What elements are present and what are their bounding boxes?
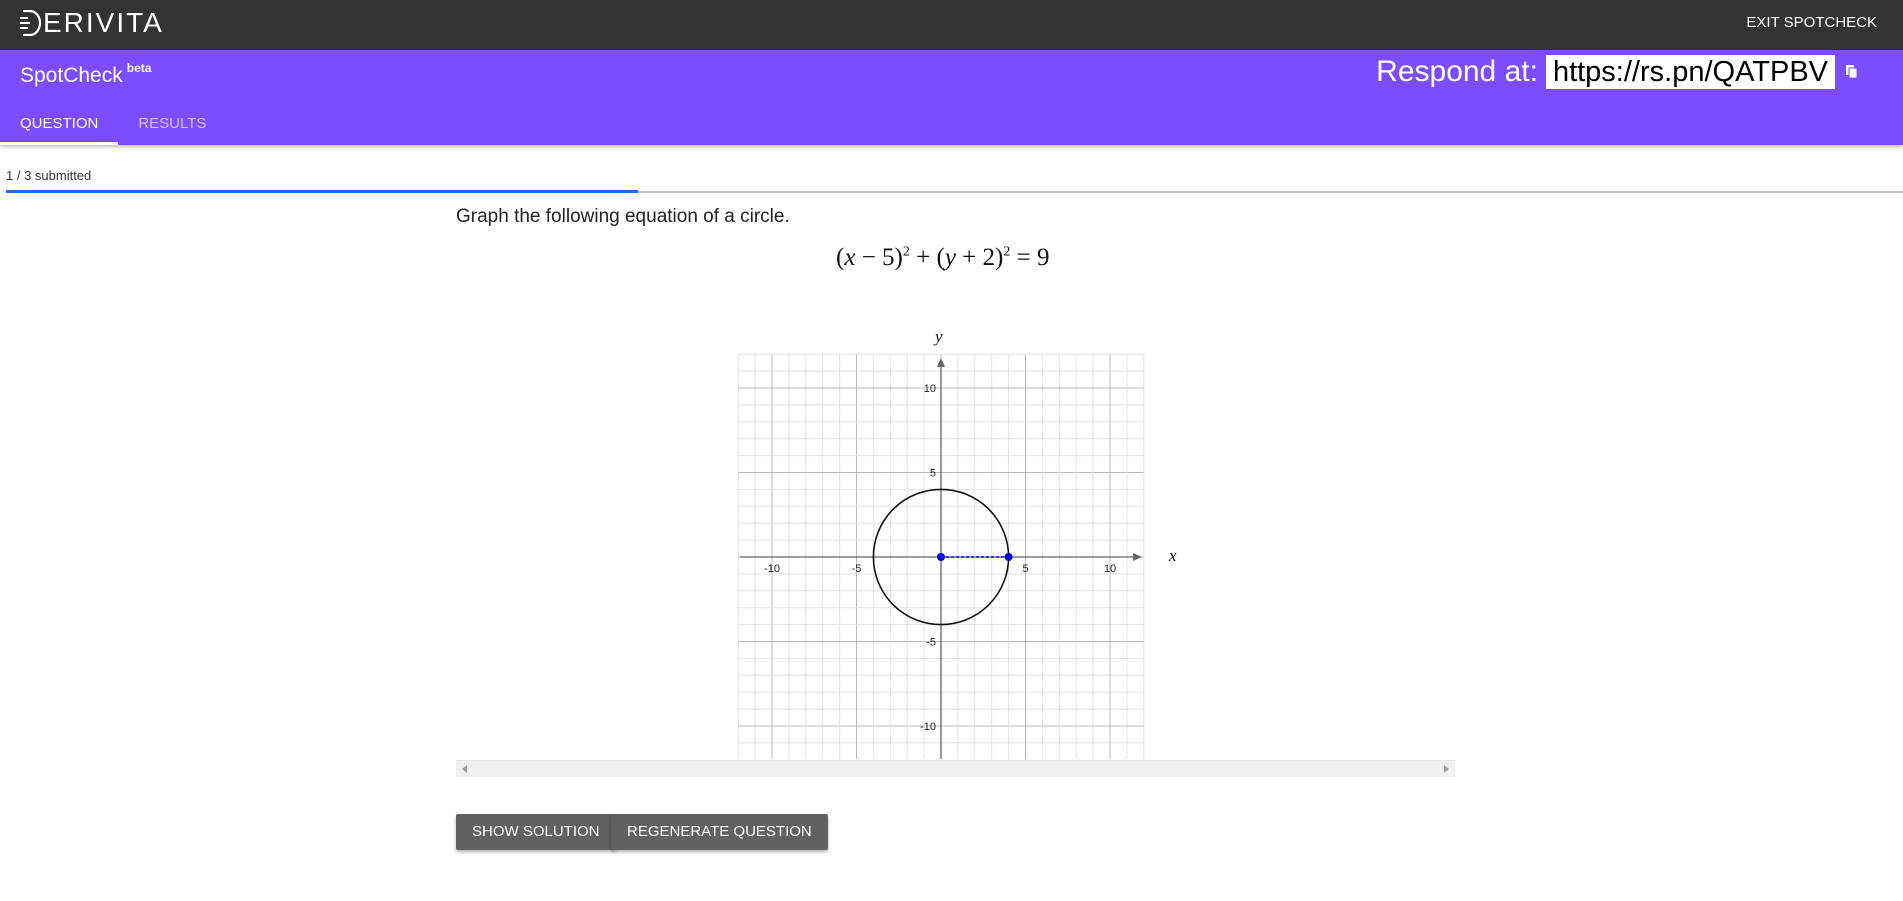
top-bar: ERIVITA EXIT SPOTCHECK xyxy=(0,0,1903,50)
horizontal-scrollbar[interactable] xyxy=(456,760,1455,777)
tab-results[interactable]: RESULTS xyxy=(118,112,226,145)
page-title: SpotCheck beta xyxy=(20,61,152,88)
spotcheck-header: SpotCheck beta Respond at: https://rs.pn/… xyxy=(0,50,1903,145)
submission-progress-fill xyxy=(6,190,639,193)
scroll-left-icon[interactable] xyxy=(462,765,467,773)
y-tick-label: -10 xyxy=(920,721,936,733)
show-solution-button[interactable]: SHOW SOLUTION xyxy=(456,814,616,850)
tab-bar: QUESTION RESULTS xyxy=(0,112,226,145)
respond-url[interactable]: https://rs.pn/QATPBV xyxy=(1545,55,1835,89)
y-tick-label: 10 xyxy=(924,383,936,395)
regenerate-question-button[interactable]: REGENERATE QUESTION xyxy=(611,814,828,850)
exit-spotcheck-button[interactable]: EXIT SPOTCHECK xyxy=(1746,14,1877,31)
x-tick-label: 10 xyxy=(1104,563,1116,575)
x-axis-label: x xyxy=(1168,546,1177,565)
derivita-logo-icon xyxy=(20,10,42,36)
y-tick-label: 5 xyxy=(930,468,936,480)
copy-icon[interactable] xyxy=(1845,64,1859,80)
page-title-text: SpotCheck xyxy=(20,64,123,87)
x-tick-label: -5 xyxy=(852,563,862,575)
y-axis-arrow-icon xyxy=(937,358,945,367)
y-tick-label: -5 xyxy=(926,637,936,649)
graph-panel[interactable]: -10 -5 5 10 10 5 -5 -10 x y xyxy=(737,323,1187,764)
y-axis-label: y xyxy=(933,327,943,346)
x-tick-label: -10 xyxy=(764,563,780,575)
x-axis-arrow-icon xyxy=(1133,553,1142,561)
submission-count: 1 / 3 submitted xyxy=(6,168,92,183)
radius-point[interactable] xyxy=(1004,553,1013,561)
derivita-logo[interactable]: ERIVITA xyxy=(20,7,164,39)
coordinate-graph[interactable]: -10 -5 5 10 10 5 -5 -10 x y xyxy=(737,323,1187,759)
question-prompt: Graph the following equation of a circle… xyxy=(456,206,790,227)
respond-at: Respond at: https://rs.pn/QATPBV xyxy=(1376,55,1859,89)
center-point[interactable] xyxy=(937,553,945,561)
scroll-right-icon[interactable] xyxy=(1444,765,1449,773)
submission-progress-bar xyxy=(6,190,1903,193)
respond-label: Respond at: xyxy=(1376,55,1538,88)
beta-badge: beta xyxy=(126,61,152,75)
logo-text: ERIVITA xyxy=(43,7,164,38)
x-tick-label: 5 xyxy=(1022,563,1028,575)
tab-question[interactable]: QUESTION xyxy=(0,112,119,145)
